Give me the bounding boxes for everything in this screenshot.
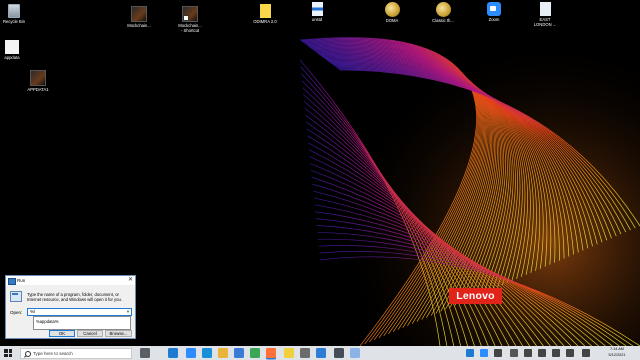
browse-button[interactable]: Browse... — [105, 330, 132, 337]
windows-start-icon[interactable] — [4, 349, 12, 357]
desktop-icon-label: Mockchain... — [127, 23, 151, 28]
east-london-icon — [539, 2, 551, 16]
desktop-icon-odimra[interactable]: ODIMRA 2.0 — [245, 4, 285, 24]
appdata1-icon — [30, 70, 46, 86]
store-icon[interactable] — [234, 348, 244, 358]
search-icon — [25, 351, 31, 357]
desktop-icon-label: Classic th... — [432, 18, 454, 23]
shortcut-arrow-icon — [183, 15, 189, 21]
recycle-bin-icon — [8, 4, 20, 18]
chrome-icon[interactable] — [250, 348, 260, 358]
search-placeholder: Type here to search — [33, 351, 73, 356]
cancel-button[interactable]: Cancel — [77, 330, 103, 337]
taskbar: Type here to search 7:14 AM 5/12/2021 — [0, 346, 640, 360]
sticky-notes-icon[interactable] — [284, 348, 294, 358]
odimra-icon — [259, 4, 271, 18]
doma-icon — [384, 2, 400, 17]
task-view-icon[interactable] — [140, 348, 150, 358]
close-icon[interactable]: ✕ — [128, 277, 133, 284]
zoom-taskbar-icon[interactable] — [186, 348, 196, 358]
run-title-bar[interactable]: Run ✕ — [6, 276, 135, 285]
tray-zoom-icon[interactable] — [480, 349, 488, 357]
desktop-icon-appdata[interactable]: appdata — [0, 40, 32, 60]
desktop-icon-label: APPDATA1 — [27, 87, 49, 92]
calculator-icon[interactable] — [334, 348, 344, 358]
desktop-icon-label: unstd — [311, 17, 323, 22]
l-app-icon[interactable] — [168, 348, 178, 358]
open-label: Open: — [10, 310, 23, 315]
chevron-down-icon[interactable]: ▼ — [126, 309, 130, 315]
desktop-icon-classic[interactable]: Classic th... — [423, 2, 463, 23]
tray-keyboard-icon[interactable] — [582, 349, 590, 357]
tray-up-arrow-icon[interactable] — [510, 349, 518, 357]
firefox-icon[interactable] — [266, 348, 276, 358]
ok-button[interactable]: OK — [49, 330, 75, 337]
mockchain-icon — [131, 6, 147, 22]
desktop-icon-label: Zoom — [488, 17, 500, 22]
desktop-icon-label: appdata — [4, 55, 20, 60]
search-input[interactable]: Type here to search — [20, 347, 132, 359]
desktop-icon-label: ODIMRA 2.0 — [253, 19, 277, 24]
tray-network-icon[interactable] — [524, 349, 532, 357]
desktop-icon-recycle-bin[interactable]: Recycle Bin — [0, 4, 34, 24]
tray-l-icon[interactable] — [466, 349, 474, 357]
run-dialog: Run ✕ Type the name of a program, folder… — [5, 275, 136, 339]
zoom-icon — [487, 2, 501, 16]
desktop-icon-label: EAST LONDON ... — [533, 17, 557, 27]
autocomplete-item[interactable]: %appdata% — [36, 319, 59, 324]
autocomplete-dropdown: %appdata% — [33, 316, 131, 330]
mockchain-shortcut-icon — [182, 6, 198, 22]
open-input-value: %l — [30, 309, 36, 314]
settings-icon[interactable] — [300, 348, 310, 358]
desktop-icon-appdata1[interactable]: APPDATA1 — [18, 70, 58, 92]
run-dialog-title: Run — [17, 277, 26, 283]
desktop-icon-zoom[interactable]: Zoom — [474, 2, 514, 22]
explorer-icon[interactable] — [218, 348, 228, 358]
tray-battery-icon[interactable] — [566, 349, 574, 357]
run-description: Type the name of a program, folder, docu… — [27, 292, 122, 302]
mail-icon[interactable] — [316, 348, 326, 358]
desktop-icon-mockchain-shortcut[interactable]: Mockchain... - Shortcut — [170, 6, 210, 33]
desktop-icon-east-london[interactable]: EAST LONDON ... — [525, 2, 565, 27]
notepad-icon[interactable] — [350, 348, 360, 358]
desktop-icon-unstd[interactable]: unstd — [297, 2, 337, 22]
run-app-icon — [8, 277, 16, 285]
desktop-icon-label: DOMA — [385, 18, 399, 23]
open-input[interactable]: %l ▼ — [27, 308, 132, 316]
edge-icon[interactable] — [202, 348, 212, 358]
appdata-icon — [5, 40, 19, 54]
desktop-icon-doma[interactable]: DOMA — [372, 2, 412, 23]
tray-volume-icon[interactable] — [538, 349, 546, 357]
tray-people-icon[interactable] — [494, 349, 502, 357]
clock-date: 5/12/2021 — [608, 352, 626, 357]
desktop-icon-label: Recycle Bin — [2, 19, 26, 24]
lenovo-logo: Lenovo — [449, 288, 502, 304]
desktop-icon-label: Mockchain... - Shortcut — [178, 23, 202, 33]
run-program-icon — [10, 291, 22, 302]
unstd-icon — [311, 2, 323, 16]
desktop-icon-mockchain[interactable]: Mockchain... — [119, 6, 159, 28]
classic-icon — [435, 2, 451, 17]
clock[interactable]: 7:14 AM 5/12/2021 — [600, 347, 634, 358]
tray-lang-icon[interactable] — [552, 349, 560, 357]
